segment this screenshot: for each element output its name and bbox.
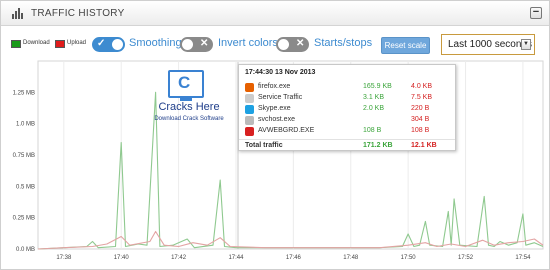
tooltip-timestamp: 17:44:30 13 Nov 2013: [245, 69, 316, 76]
y-tick-label: 0.5 MB: [16, 184, 35, 190]
tooltip-row: firefox.exe 165.9 KB 4.0 KB: [239, 82, 455, 93]
y-tick-label: 0.25 MB: [13, 216, 35, 222]
skype-icon: [245, 105, 254, 114]
process-name: svchost.exe: [258, 116, 295, 123]
y-tick-label: 1.0 MB: [16, 122, 35, 128]
firefox-icon: [245, 83, 254, 92]
watermark-logo: C Cracks Here Download Crack Software: [145, 70, 233, 130]
traffic-tooltip: 17:44:30 13 Nov 2013 firefox.exe 165.9 KB…: [238, 64, 456, 151]
traffic-history-panel: TRAFFIC HISTORY − Download Upload ✓ Smoo…: [0, 0, 550, 270]
process-name: Service Traffic: [258, 94, 303, 101]
watermark-subtitle: Download Crack Software: [154, 116, 224, 122]
process-name: Skype.exe: [258, 105, 291, 112]
total-upload: 12.1 KB: [411, 142, 437, 149]
x-tick-label: 17:42: [171, 255, 187, 261]
x-tick-label: 17:40: [114, 255, 130, 261]
y-tick-label: 0.0 MB: [16, 247, 35, 253]
total-download: 171.2 KB: [363, 142, 393, 149]
tooltip-row: Service Traffic 3.1 KB 7.5 KB: [239, 93, 455, 104]
tooltip-row: Skype.exe 2.0 KB 220 B: [239, 104, 455, 115]
window-icon: [245, 116, 254, 125]
x-tick-label: 17:50: [401, 255, 417, 261]
process-upload: 304 B: [411, 116, 430, 123]
process-name: firefox.exe: [258, 83, 291, 90]
watermark-title: Cracks Here: [158, 101, 220, 113]
process-download: 2.0 KB: [363, 105, 385, 112]
x-tick-label: 17:38: [56, 255, 72, 261]
x-tick-label: 17:54: [515, 255, 531, 261]
y-tick-label: 1.25 MB: [13, 90, 35, 96]
monitor-icon: C: [168, 70, 204, 98]
process-download: 165.9 KB: [363, 83, 392, 90]
x-tick-label: 17:44: [228, 255, 244, 261]
document-icon: [245, 94, 254, 103]
x-tick-label: 17:52: [458, 255, 474, 261]
x-tick-label: 17:46: [286, 255, 302, 261]
process-download: 108 B: [363, 127, 382, 134]
y-tick-label: 0.75 MB: [13, 153, 35, 159]
tooltip-row: AVWEBGRD.EXE 108 B 108 B: [239, 126, 455, 137]
avira-icon: [245, 127, 254, 136]
total-label: Total traffic: [245, 142, 283, 149]
x-tick-label: 17:48: [343, 255, 359, 261]
process-name: AVWEBGRD.EXE: [258, 127, 315, 134]
process-upload: 4.0 KB: [411, 83, 433, 90]
process-upload: 108 B: [411, 127, 430, 134]
process-download: 3.1 KB: [363, 94, 385, 101]
tooltip-total-row: Total traffic 171.2 KB 12.1 KB: [239, 139, 455, 150]
tooltip-row: svchost.exe 304 B: [239, 115, 455, 126]
process-upload: 7.5 KB: [411, 94, 433, 101]
process-upload: 220 B: [411, 105, 430, 112]
